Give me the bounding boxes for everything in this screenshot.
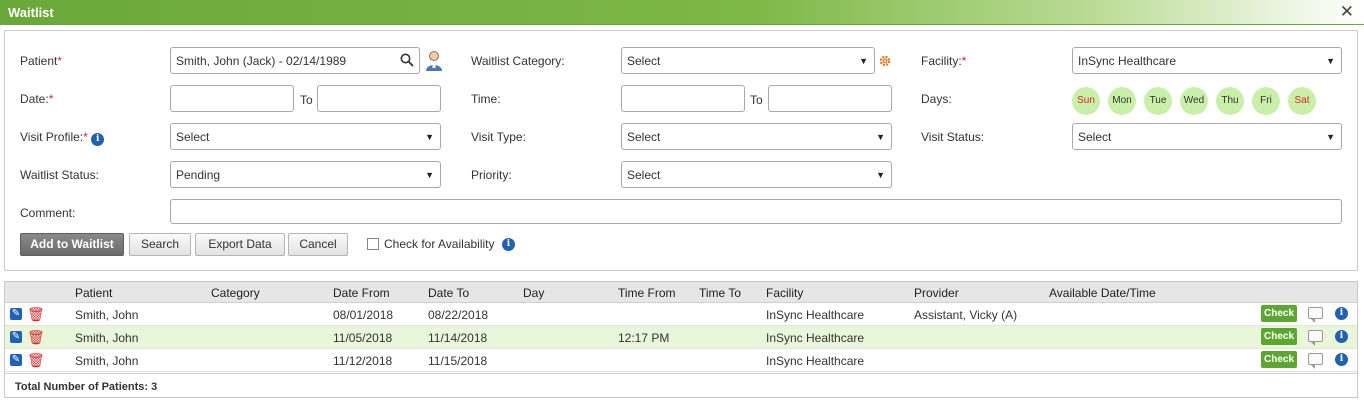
- visit-profile-label: Visit Profile:* i: [20, 130, 105, 146]
- date-from-input[interactable]: [170, 85, 294, 112]
- column-header-available[interactable]: Available Date/Time: [1049, 286, 1156, 300]
- cell-date-from: 11/12/2018: [333, 354, 393, 368]
- info-icon[interactable]: i: [1335, 307, 1348, 320]
- search-button[interactable]: Search: [129, 233, 191, 256]
- date-to-input[interactable]: [317, 85, 441, 112]
- comment-icon[interactable]: [1308, 353, 1323, 369]
- visit-type-label: Visit Type:: [471, 130, 526, 144]
- edit-icon[interactable]: ✎: [10, 331, 22, 343]
- info-icon[interactable]: i: [1335, 353, 1348, 366]
- visit-status-label: Visit Status:: [921, 130, 985, 144]
- cancel-button[interactable]: Cancel: [288, 233, 348, 256]
- day-thu[interactable]: Thu: [1216, 87, 1244, 115]
- waitlist-grid: Patient Category Date From Date To Day T…: [4, 281, 1358, 398]
- edit-icon[interactable]: ✎: [10, 354, 22, 366]
- time-label: Time:: [471, 92, 501, 106]
- day-sat[interactable]: Sat: [1288, 87, 1316, 115]
- comment-input[interactable]: [170, 199, 1342, 224]
- patient-input[interactable]: Smith, John (Jack) - 02/14/1989: [170, 47, 420, 74]
- facility-label: Facility:*: [921, 54, 967, 68]
- cell-time-from: 12:17 PM: [618, 331, 670, 345]
- time-to-separator: To: [750, 93, 763, 107]
- search-icon[interactable]: [400, 53, 414, 67]
- table-row[interactable]: ✎ 🗑 Smith, John 08/01/2018 08/22/2018 In…: [5, 303, 1357, 326]
- date-label: Date:*: [20, 92, 54, 106]
- cell-date-from: 08/01/2018: [333, 308, 394, 322]
- cell-date-from: 11/05/2018: [333, 331, 393, 345]
- cell-facility: InSync Healthcare: [766, 331, 865, 345]
- check-button[interactable]: Check: [1261, 305, 1297, 322]
- patient-label: Patient*: [20, 54, 63, 68]
- day-tue[interactable]: Tue: [1144, 87, 1172, 115]
- waitlist-status-label: Waitlist Status:: [20, 168, 99, 182]
- waitlist-category-label: Waitlist Category:: [471, 54, 565, 68]
- column-header-date-to[interactable]: Date To: [428, 286, 469, 300]
- column-header-time-from[interactable]: Time From: [618, 286, 676, 300]
- waitlist-status-select[interactable]: Pending: [170, 161, 441, 188]
- check-availability-checkbox[interactable]: [367, 238, 379, 250]
- info-icon[interactable]: i: [502, 238, 515, 251]
- trash-icon[interactable]: 🗑: [27, 352, 45, 368]
- cell-patient: Smith, John: [75, 331, 139, 345]
- comment-label: Comment:: [20, 206, 76, 220]
- column-header-category[interactable]: Category: [211, 286, 260, 300]
- check-button[interactable]: Check: [1261, 351, 1297, 368]
- add-to-waitlist-button[interactable]: Add to Waitlist: [20, 233, 124, 256]
- export-data-button[interactable]: Export Data: [195, 233, 285, 256]
- visit-profile-select[interactable]: Select: [170, 123, 441, 150]
- date-to-separator: To: [300, 93, 313, 107]
- time-to-input[interactable]: [768, 85, 892, 112]
- day-mon[interactable]: Mon: [1108, 87, 1136, 115]
- day-sun[interactable]: Sun: [1072, 87, 1100, 115]
- gear-icon[interactable]: [879, 55, 891, 67]
- waitlist-form: Patient* Smith, John (Jack) - 02/14/1989…: [4, 30, 1358, 271]
- cell-date-to: 11/14/2018: [428, 331, 488, 345]
- visit-status-select[interactable]: Select: [1072, 123, 1342, 150]
- total-patients: Total Number of Patients: 3: [15, 381, 158, 393]
- window-title: Waitlist: [8, 5, 54, 20]
- grid-footer-divider: [5, 373, 1357, 374]
- days-label: Days:: [921, 92, 952, 106]
- table-row[interactable]: ✎ 🗑 Smith, John 11/05/2018 11/14/2018 12…: [5, 326, 1357, 349]
- waitlist-category-select[interactable]: Select: [621, 47, 875, 74]
- table-row[interactable]: ✎ 🗑 Smith, John 11/12/2018 11/15/2018 In…: [5, 349, 1357, 372]
- facility-select[interactable]: InSync Healthcare: [1072, 47, 1342, 74]
- grid-header: Patient Category Date From Date To Day T…: [5, 282, 1357, 303]
- cell-facility: InSync Healthcare: [766, 308, 865, 322]
- window-title-bar: Waitlist ✕: [0, 0, 1364, 25]
- column-header-provider[interactable]: Provider: [914, 286, 959, 300]
- cell-date-to: 11/15/2018: [428, 354, 488, 368]
- cell-patient: Smith, John: [75, 308, 139, 322]
- comment-icon[interactable]: [1308, 307, 1323, 323]
- day-wed[interactable]: Wed: [1180, 87, 1208, 115]
- cell-patient: Smith, John: [75, 354, 139, 368]
- priority-label: Priority:: [471, 168, 512, 182]
- cell-facility: InSync Healthcare: [766, 354, 865, 368]
- edit-icon[interactable]: ✎: [10, 308, 22, 320]
- priority-select[interactable]: Select: [621, 161, 892, 188]
- check-button[interactable]: Check: [1261, 328, 1297, 345]
- cell-date-to: 08/22/2018: [428, 308, 489, 322]
- close-icon[interactable]: ✕: [1340, 3, 1354, 21]
- patient-card-icon[interactable]: [425, 50, 443, 72]
- column-header-time-to[interactable]: Time To: [699, 286, 741, 300]
- column-header-patient[interactable]: Patient: [75, 286, 112, 300]
- time-from-input[interactable]: [621, 85, 745, 112]
- column-header-day[interactable]: Day: [523, 286, 544, 300]
- trash-icon[interactable]: 🗑: [27, 306, 45, 322]
- comment-icon[interactable]: [1308, 330, 1323, 346]
- check-availability-label: Check for Availability: [384, 237, 495, 251]
- cell-provider: Assistant, Vicky (A): [914, 308, 1018, 322]
- info-icon[interactable]: i: [1335, 330, 1348, 343]
- column-header-date-from[interactable]: Date From: [333, 286, 390, 300]
- visit-type-select[interactable]: Select: [621, 123, 892, 150]
- info-icon[interactable]: i: [91, 133, 105, 146]
- trash-icon[interactable]: 🗑: [27, 329, 45, 345]
- column-header-facility[interactable]: Facility: [766, 286, 803, 300]
- day-fri[interactable]: Fri: [1252, 87, 1280, 115]
